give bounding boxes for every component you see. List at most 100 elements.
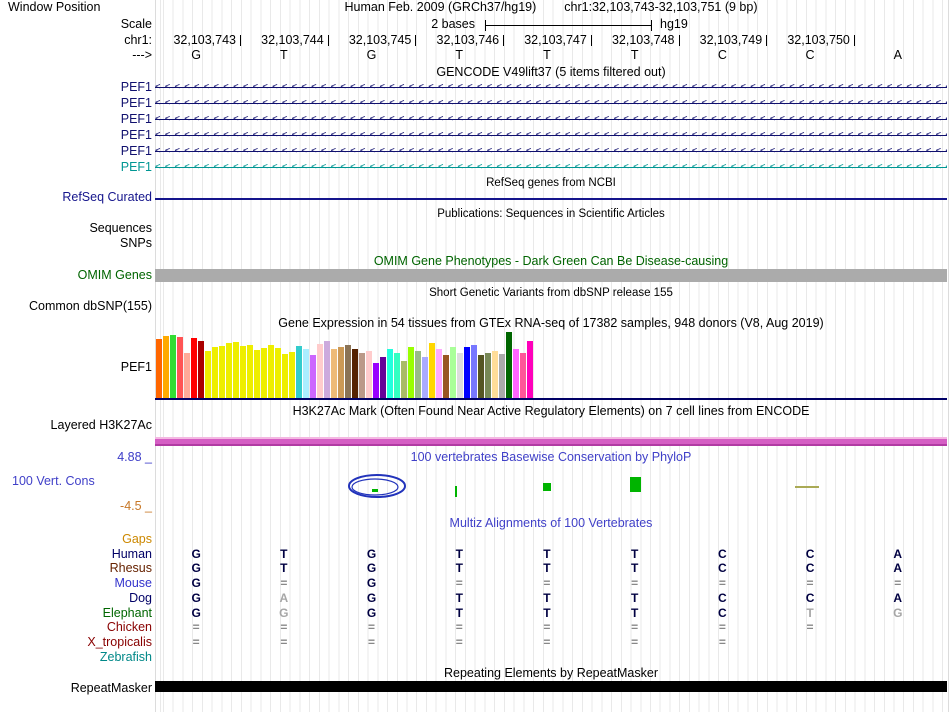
species-label-elephant[interactable]: Elephant	[103, 606, 152, 620]
alignment-cell[interactable]: C	[800, 547, 820, 561]
alignment-cell[interactable]: =	[537, 577, 557, 590]
gtex-tissue-bar[interactable]	[170, 335, 176, 398]
gencode-gene-label[interactable]: PEF1	[121, 113, 152, 126]
alignment-cell[interactable]: C	[712, 606, 732, 620]
alignment-cell[interactable]: A	[888, 562, 908, 575]
gtex-tissue-bar[interactable]	[499, 354, 505, 398]
gtex-tissue-bar[interactable]	[233, 342, 239, 398]
gtex-tissue-bar[interactable]	[212, 347, 218, 398]
repeatmasker-bar[interactable]	[155, 681, 947, 692]
gtex-tissue-bar[interactable]	[184, 353, 190, 398]
alignment-cell[interactable]: =	[625, 577, 645, 590]
gencode-gene-label[interactable]: PEF1	[121, 81, 152, 94]
gencode-gene-model[interactable]: <<<<<<<<<<<<<<<<<<<<<<<<<<<<<<<<<<<<<<<<…	[155, 161, 947, 175]
gtex-tissue-bar[interactable]	[359, 353, 365, 398]
gtex-tissue-bar[interactable]	[457, 353, 463, 398]
alignment-cell[interactable]: G	[362, 577, 382, 590]
alignment-cell[interactable]: T	[625, 606, 645, 620]
alignment-cell[interactable]: =	[449, 635, 469, 649]
alignment-cell[interactable]: T	[537, 562, 557, 575]
alignment-cell[interactable]: G	[186, 591, 206, 605]
omim-genes-bar[interactable]	[155, 269, 947, 282]
gtex-gene-label[interactable]: PEF1	[121, 361, 152, 374]
gtex-tissue-bar[interactable]	[310, 355, 316, 398]
gtex-tissue-bar[interactable]	[296, 346, 302, 398]
alignment-cell[interactable]: =	[186, 635, 206, 649]
alignment-cell[interactable]: A	[888, 591, 908, 605]
alignment-cell[interactable]: =	[712, 577, 732, 590]
gtex-tissue-bar[interactable]	[268, 345, 274, 398]
gencode-gene-label[interactable]: PEF1	[121, 145, 152, 158]
gtex-tissue-bar[interactable]	[422, 357, 428, 398]
alignment-cell[interactable]: =	[186, 621, 206, 634]
alignment-cell[interactable]: =	[537, 635, 557, 649]
alignment-cell[interactable]: G	[362, 547, 382, 561]
alignment-cell[interactable]: T	[537, 606, 557, 620]
alignment-cell[interactable]: =	[800, 621, 820, 634]
species-label-dog[interactable]: Dog	[129, 591, 152, 605]
species-label-human[interactable]: Human	[112, 547, 152, 561]
gtex-tissue-bar[interactable]	[520, 353, 526, 398]
alignment-cell[interactable]: =	[712, 621, 732, 634]
omim-genes-label[interactable]: OMIM Genes	[78, 269, 152, 282]
gencode-gene-label[interactable]: PEF1	[121, 161, 152, 174]
alignment-cell[interactable]: =	[274, 635, 294, 649]
species-label-x-tropicalis[interactable]: X_tropicalis	[87, 635, 152, 649]
gtex-tissue-bar[interactable]	[219, 346, 225, 398]
phylop-bar[interactable]	[372, 489, 378, 492]
gencode-gene-label[interactable]: PEF1	[121, 129, 152, 142]
alignment-cell[interactable]: =	[449, 577, 469, 590]
gtex-tissue-bar[interactable]	[443, 355, 449, 398]
gtex-tissue-bar[interactable]	[387, 349, 393, 398]
species-label-gaps[interactable]: Gaps	[122, 533, 152, 546]
h3k27ac-signal-bottom[interactable]	[155, 444, 947, 446]
gtex-tissue-bar[interactable]	[513, 349, 519, 398]
gtex-tissue-bar[interactable]	[205, 351, 211, 398]
gtex-tissue-bar[interactable]	[261, 348, 267, 398]
gencode-gene-model[interactable]: <<<<<<<<<<<<<<<<<<<<<<<<<<<<<<<<<<<<<<<<…	[155, 145, 947, 159]
gtex-tissue-bar[interactable]	[226, 343, 232, 398]
refseq-gene-line[interactable]	[155, 198, 947, 200]
phylop-bar[interactable]	[543, 483, 551, 491]
alignment-cell[interactable]: G	[888, 606, 908, 620]
alignment-cell[interactable]: C	[712, 562, 732, 575]
gencode-gene-model[interactable]: <<<<<<<<<<<<<<<<<<<<<<<<<<<<<<<<<<<<<<<<…	[155, 97, 947, 111]
dbsnp-label[interactable]: Common dbSNP(155)	[29, 300, 152, 313]
gtex-tissue-bar[interactable]	[415, 351, 421, 398]
alignment-cell[interactable]: =	[800, 577, 820, 590]
alignment-cell[interactable]: =	[888, 577, 908, 590]
gtex-tissue-bar[interactable]	[485, 353, 491, 398]
alignment-cell[interactable]: T	[625, 562, 645, 575]
snps-label[interactable]: SNPs	[120, 237, 152, 250]
refseq-curated-label[interactable]: RefSeq Curated	[62, 191, 152, 204]
alignment-cell[interactable]: T	[449, 562, 469, 575]
species-label-mouse[interactable]: Mouse	[114, 577, 152, 590]
gtex-tissue-bar[interactable]	[303, 349, 309, 398]
gtex-tissue-bar[interactable]	[163, 336, 169, 398]
phylop-bar[interactable]	[455, 486, 457, 497]
species-label-chicken[interactable]: Chicken	[107, 621, 152, 634]
alignment-cell[interactable]: C	[712, 547, 732, 561]
alignment-cell[interactable]: =	[274, 621, 294, 634]
alignment-cell[interactable]: T	[274, 547, 294, 561]
alignment-cell[interactable]: =	[712, 635, 732, 649]
gtex-tissue-bar[interactable]	[331, 349, 337, 398]
gtex-tissue-bar[interactable]	[471, 345, 477, 398]
alignment-cell[interactable]: T	[449, 606, 469, 620]
alignment-cell[interactable]: =	[449, 621, 469, 634]
gtex-tissue-bar[interactable]	[156, 339, 162, 398]
alignment-cell[interactable]: G	[274, 606, 294, 620]
gtex-tissue-bar[interactable]	[408, 347, 414, 398]
gencode-gene-model[interactable]: <<<<<<<<<<<<<<<<<<<<<<<<<<<<<<<<<<<<<<<<…	[155, 81, 947, 95]
alignment-cell[interactable]: G	[362, 591, 382, 605]
gtex-tissue-bar[interactable]	[191, 338, 197, 398]
gtex-tissue-bar[interactable]	[240, 346, 246, 398]
gtex-tissue-bar[interactable]	[345, 345, 351, 398]
alignment-cell[interactable]: G	[362, 606, 382, 620]
gtex-tissue-bar[interactable]	[464, 347, 470, 398]
alignment-cell[interactable]: G	[186, 577, 206, 590]
gtex-tissue-bar[interactable]	[366, 351, 372, 398]
alignment-cell[interactable]: T	[449, 547, 469, 561]
gencode-gene-model[interactable]: <<<<<<<<<<<<<<<<<<<<<<<<<<<<<<<<<<<<<<<<…	[155, 129, 947, 143]
alignment-cell[interactable]: T	[274, 562, 294, 575]
